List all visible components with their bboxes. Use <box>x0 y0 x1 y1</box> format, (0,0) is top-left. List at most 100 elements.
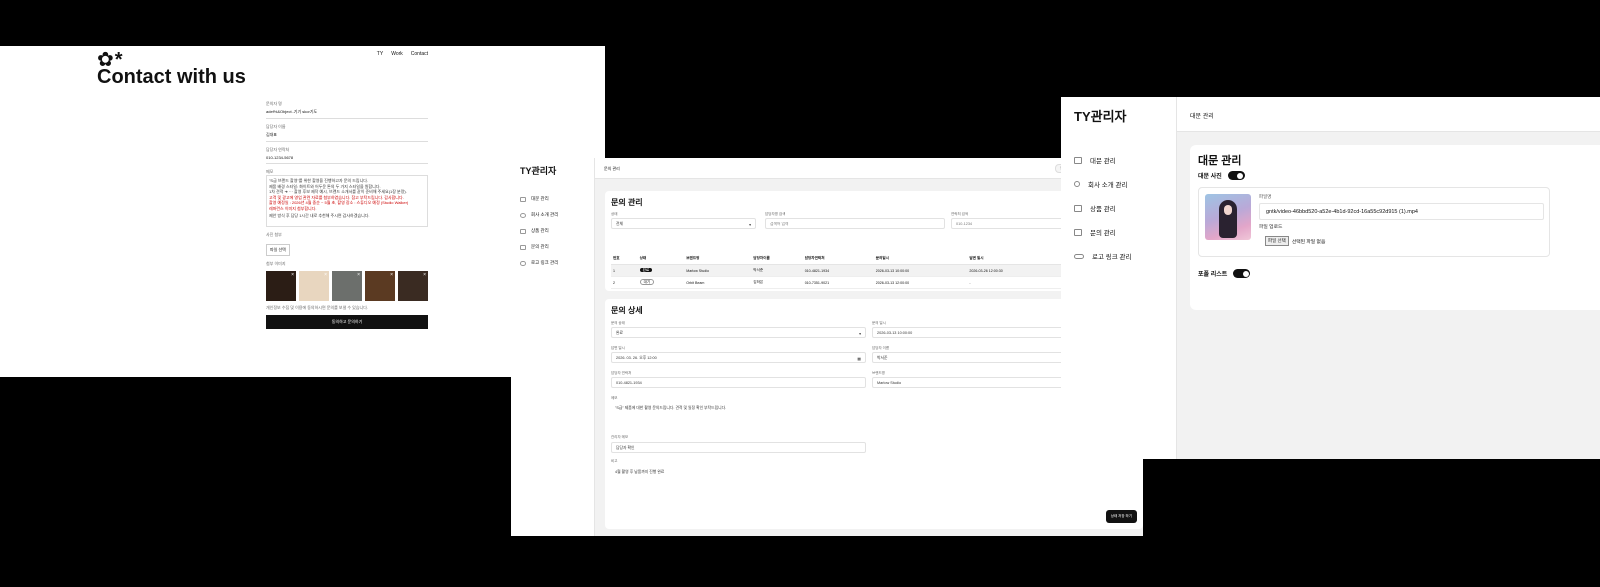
remove-icon[interactable]: × <box>291 272 294 278</box>
calendar-icon[interactable]: ▦ <box>857 356 861 361</box>
note-label: 비고 <box>611 459 618 463</box>
status-select[interactable]: 완료 ▾ <box>611 327 866 338</box>
sidebar-item-company[interactable]: 회사 소개 관리 <box>1061 172 1176 196</box>
remove-icon[interactable]: × <box>324 272 327 278</box>
cell: 박서준 <box>751 264 803 277</box>
sidebar-item-label: 회사 소개 관리 <box>1088 182 1128 189</box>
nav-link-work[interactable]: Work <box>391 51 403 57</box>
name-search-input[interactable] <box>765 218 945 229</box>
col-header[interactable]: 브랜드명 <box>684 253 752 265</box>
inquiry-date-label: 문의 일시 <box>872 321 886 325</box>
sidebar-item-label: 상품 관리 <box>531 228 549 233</box>
sidebar-menu: 대문 관리 회사 소개 관리 상품 관리 문의 관리 로고 링크 관리 <box>1061 148 1176 268</box>
breadcrumb: 대문 관리 <box>1190 114 1214 120</box>
status-value: 완료 <box>616 331 623 335</box>
cell: 1 <box>611 264 638 277</box>
submit-button[interactable]: 동의하고 문의하기 <box>266 315 428 329</box>
thumbnail-face <box>1224 205 1232 215</box>
breadcrumb: 문의 관리 <box>604 166 620 171</box>
sidebar-item-products[interactable]: 상품 관리 <box>511 223 594 239</box>
cell: 완료 <box>637 264 685 277</box>
photo-thumbnail[interactable]: × <box>299 271 329 301</box>
status-label: 문의 상태 <box>611 321 625 325</box>
sidebar-item-logo-links[interactable]: 로고 링크 관리 <box>1061 244 1176 268</box>
col-header[interactable]: 답변 일시 <box>967 253 1061 265</box>
reply-date-label: 답변 일시 <box>611 346 625 350</box>
sidebar-item-products[interactable]: 상품 관리 <box>1061 196 1176 220</box>
name-input[interactable]: 김대표 <box>266 130 428 142</box>
sidebar-item-label: 로고 링크 관리 <box>531 260 559 265</box>
memo-line: 1차 견적 ➜ ··· 촬영 후보 제작 예시, 브랜드 소개서를 같이 준비해… <box>269 189 407 194</box>
sidebar-item-label: 회사 소개 관리 <box>531 212 559 217</box>
phone-input[interactable]: 010-1234-5678 <box>266 153 428 164</box>
name-label: 담당자 이름 <box>872 346 890 350</box>
phone-search-input[interactable] <box>951 218 1071 229</box>
video-label: 대문 사진 <box>1198 174 1222 180</box>
portfolio-toggle[interactable] <box>1233 269 1251 278</box>
save-status-button[interactable]: 상태 저장 하기 <box>1105 510 1137 523</box>
remove-icon[interactable]: × <box>357 272 360 278</box>
sidebar-item-label: 문의 관리 <box>531 244 549 249</box>
card-title: 대문 관리 <box>1198 155 1242 167</box>
file-select-button[interactable]: 파일 선택 <box>266 244 290 256</box>
table-row[interactable]: 1 완료 Marlow Studio 박서준 010-4821-1934 202… <box>611 264 1061 277</box>
reply-date-input[interactable]: 2026. 03. 26. 오후 12:00 ▦ <box>611 352 866 363</box>
photo-thumbnail[interactable]: × <box>332 271 362 301</box>
filter-label-phone: 연락처 검색 <box>951 212 969 216</box>
video-toggle[interactable] <box>1227 171 1245 180</box>
admin-brand[interactable]: TY관리자 <box>511 158 594 183</box>
cell: 김하은 <box>751 276 803 289</box>
memo-textarea[interactable]: "S급 브랜드 촬영"를 위한 촬영을 진행하고자 문의 드립니다. 제품 배경… <box>266 175 428 227</box>
portfolio-toggle-row: 포폴 리스트 <box>1198 269 1251 278</box>
col-header[interactable]: 담당자연락처 <box>802 253 874 265</box>
nav-link-ty[interactable]: TY <box>377 51 383 57</box>
inquiry-admin-window: TY관리자 대문 관리 회사 소개 관리 상품 관리 문의 관리 로고 링크 관… <box>511 158 1143 536</box>
sidebar-item-label: 대문 관리 <box>531 196 549 201</box>
file-select-button[interactable]: 파일 선택 <box>1265 236 1289 246</box>
portfolio-label: 포폴 리스트 <box>1198 272 1228 278</box>
sidebar-item-logo-links[interactable]: 로고 링크 관리 <box>511 255 594 271</box>
card-icon <box>1074 156 1082 164</box>
file-picker: 파일 선택 선택된 파일 없음 <box>1265 236 1325 246</box>
file-label: 사진 첨부 <box>266 232 282 237</box>
list-title: 문의 관리 <box>611 198 643 207</box>
file-name-input[interactable]: gntk/video-46bbd520-a52e-4b1d-92cd-16a55… <box>1259 203 1544 220</box>
topbar: 대문 관리 <box>1177 97 1600 132</box>
memo-label: 메모 <box>611 396 618 400</box>
col-header[interactable]: 문의일시 <box>873 253 968 265</box>
sidebar-item-inquiry[interactable]: 문의 관리 <box>1061 220 1176 244</box>
sidebar-item-label: 로고 링크 관리 <box>1092 254 1132 261</box>
sidebar-item-inquiry[interactable]: 문의 관리 <box>511 239 594 255</box>
photo-thumbnail[interactable]: × <box>365 271 395 301</box>
cell: Marlow Studio <box>684 264 752 277</box>
status-select[interactable]: 전체 ▾ <box>611 218 756 229</box>
video-toggle-row: 대문 사진 <box>1198 171 1245 180</box>
sidebar-item-main[interactable]: 대문 관리 <box>511 191 594 207</box>
cell: 010-4821-1934 <box>802 264 874 277</box>
memo-line: 레퍼런스 이미지 첨부합니다. <box>269 205 317 211</box>
manager-memo-input[interactable]: 담당자 확인 <box>611 442 866 453</box>
nav-link-contact[interactable]: Contact <box>411 51 428 57</box>
sidebar-item-main[interactable]: 대문 관리 <box>1061 148 1176 172</box>
cell: 2026-03-13 12:00:00 <box>873 276 968 289</box>
box-icon <box>1074 204 1082 212</box>
inquiry-date-field: 2026-03-13 10:00:00 <box>872 327 1072 338</box>
col-header[interactable]: 담당자이름 <box>751 253 803 265</box>
main-manage-card: 대문 관리 대문 사진 파일명 gntk/video-46bbd520-a52e… <box>1190 145 1600 310</box>
admin-brand[interactable]: TY관리자 <box>1061 97 1176 134</box>
sidebar-item-company[interactable]: 회사 소개 관리 <box>511 207 594 223</box>
note-text[interactable]: 4월 촬영 후 납품까지 진행 완료 <box>615 470 664 475</box>
photo-thumbnail[interactable]: × <box>398 271 428 301</box>
status-badge: 완료 <box>639 268 653 272</box>
table-row[interactable]: 2 대기 Orbit Beam 김하은 010-7351-9021 2026-0… <box>611 276 1061 289</box>
col-header[interactable]: 상태 <box>637 253 685 265</box>
filter-label-status: 상태 <box>611 212 618 216</box>
remove-icon[interactable]: × <box>390 272 393 278</box>
reply-date-value: 2026. 03. 26. 오후 12:00 <box>616 356 657 360</box>
link-icon <box>520 260 526 266</box>
col-header[interactable]: 번호 <box>611 253 638 265</box>
photo-thumbnail[interactable]: × <box>266 271 296 301</box>
brand-input[interactable]: adef%&Object..기기 skor기도 <box>266 107 428 119</box>
card-icon <box>520 196 526 202</box>
remove-icon[interactable]: × <box>423 272 426 278</box>
